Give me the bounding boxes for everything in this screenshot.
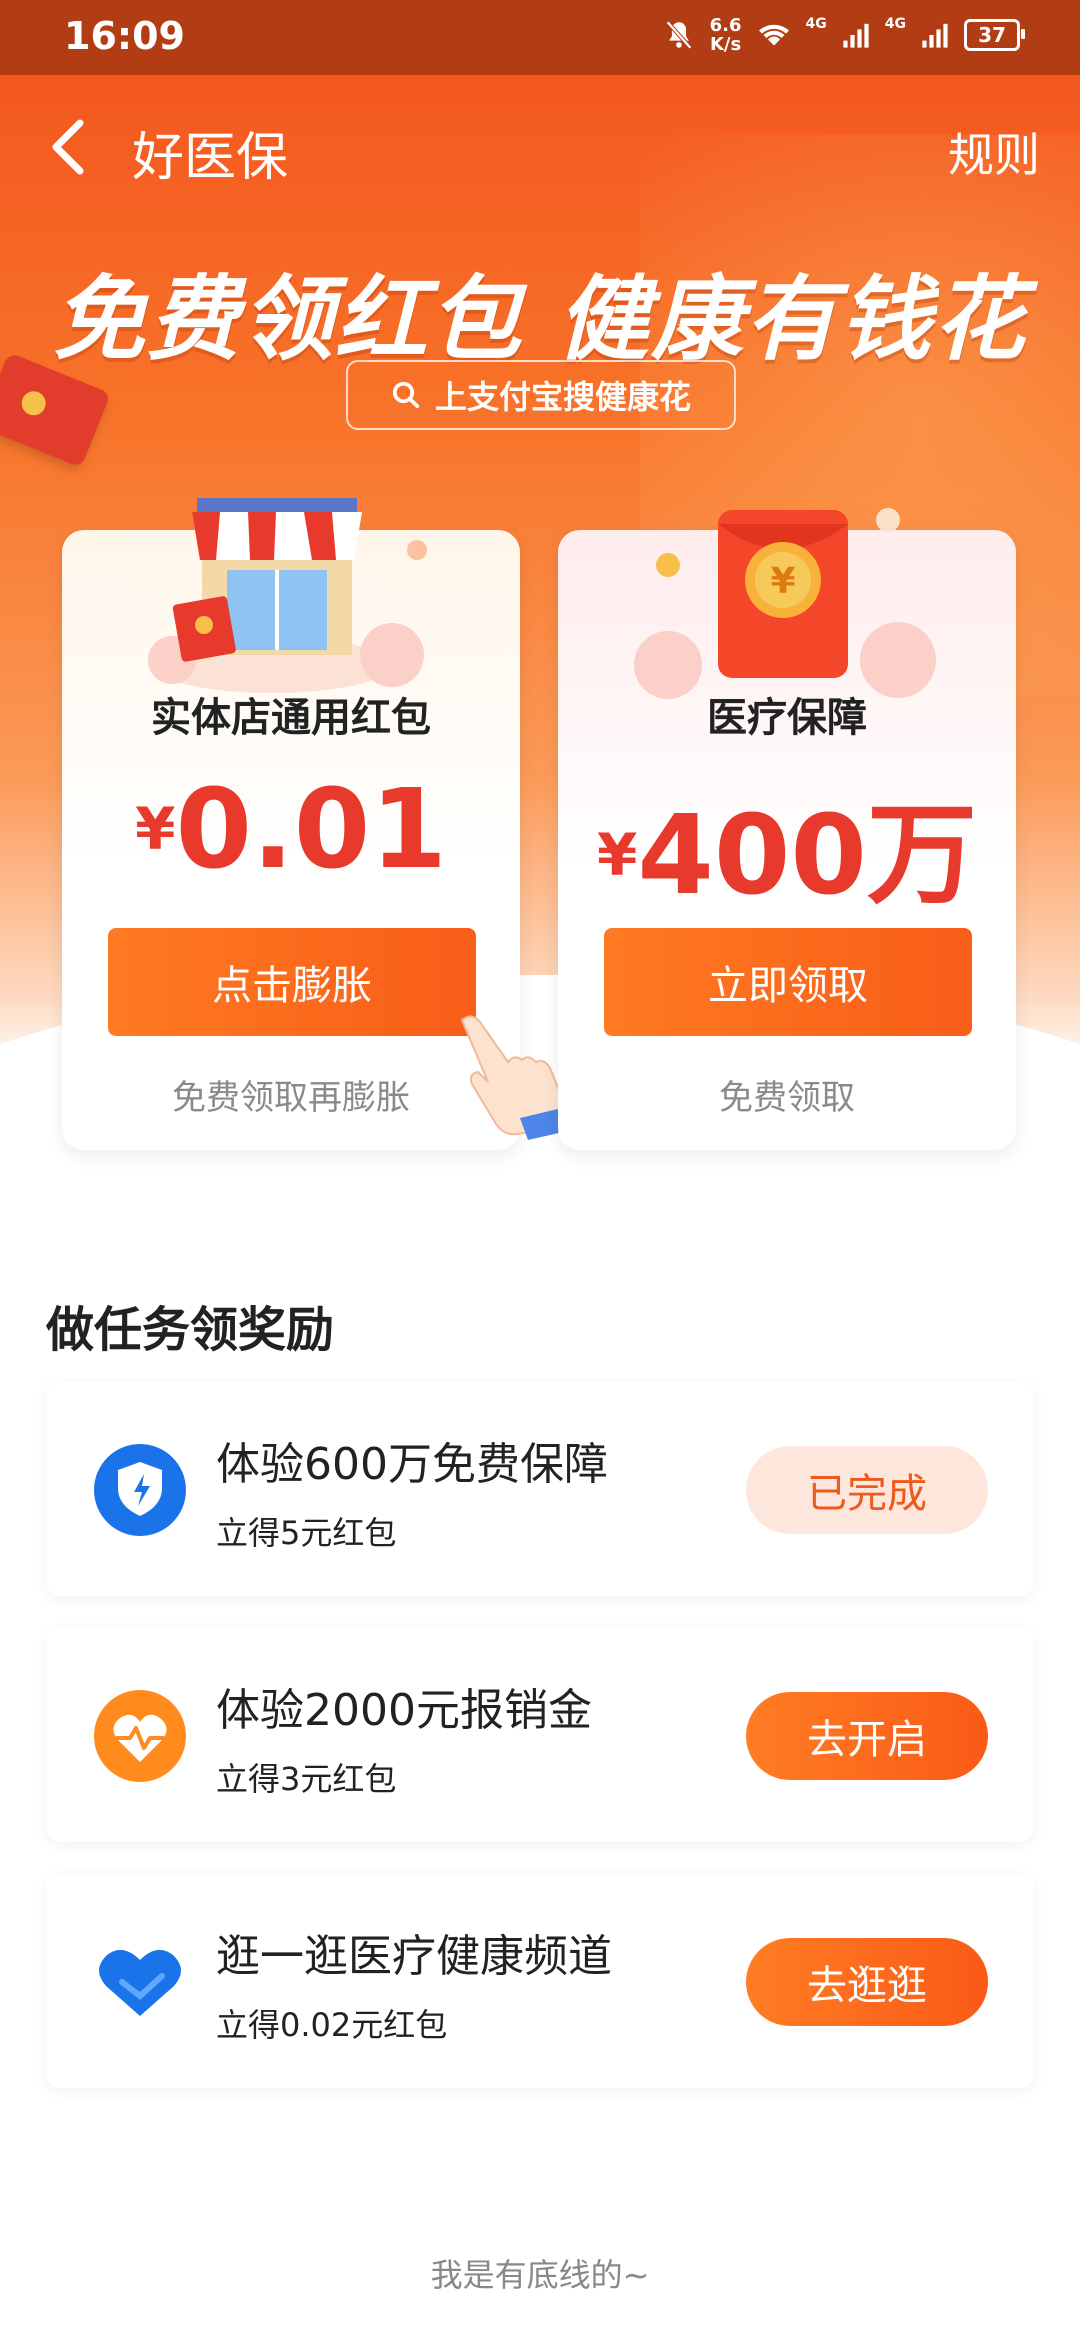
banner-slogan: 免费领红包 健康有钱花 [52, 266, 1028, 373]
task-completed-button[interactable]: 已完成 [746, 1446, 988, 1534]
task-browse-button[interactable]: 去逛逛 [746, 1938, 988, 2026]
store-coupon-card: 实体店通用红包 ¥0.01 点击膨胀 免费领取再膨胀 [62, 498, 572, 1150]
card-amount: ¥400万 [597, 791, 977, 919]
svg-text:¥: ¥ [770, 561, 795, 602]
battery-icon: 37 [964, 19, 1025, 51]
inflate-button[interactable]: 点击膨胀 [108, 928, 476, 1036]
task-title: 体验600万免费保障 [216, 1439, 608, 1490]
rules-link[interactable]: 规则 [948, 119, 1040, 185]
card-subtitle: 免费领取 [719, 1078, 855, 1118]
search-icon [392, 381, 420, 409]
shield-bolt-icon [94, 1444, 186, 1536]
page-title: 好医保 [132, 128, 289, 188]
red-packet-coin-icon: ¥ [634, 508, 936, 699]
task-item: 体验2000元报销金 立得3元红包 去开启 [46, 1628, 1034, 1842]
task-item: 逛一逛医疗健康频道 立得0.02元红包 去逛逛 [46, 1874, 1034, 2088]
nav-bar: 好医保 规则 [0, 75, 1080, 225]
tasks-heading: 做任务领奖励 [46, 1302, 335, 1358]
footer-end-text: 我是有底线的~ [430, 2256, 650, 2294]
heart-pulse-icon [94, 1690, 186, 1782]
search-hint-text: 上支付宝搜健康花 [434, 378, 691, 416]
task-reward: 立得0.02元红包 [216, 2006, 448, 2044]
task-item: 体验600万免费保障 立得5元红包 已完成 [46, 1382, 1034, 1596]
status-bar: 16:09 6.6 K/s 4G 4G 37 [0, 0, 1080, 75]
claim-now-button[interactable]: 立即领取 [604, 928, 972, 1036]
card-title: 医疗保障 [707, 695, 867, 741]
mute-bell-icon [665, 20, 692, 50]
task-title: 体验2000元报销金 [216, 1685, 592, 1736]
task-reward: 立得5元红包 [216, 1514, 397, 1552]
back-arrow-icon[interactable] [48, 117, 88, 177]
task-title: 逛一逛医疗健康频道 [216, 1931, 612, 1982]
wifi-icon [758, 24, 789, 46]
storefront-icon [148, 498, 427, 693]
signal-icon-2 [922, 23, 948, 48]
status-time: 16:09 [64, 14, 185, 58]
search-hint-pill[interactable]: 上支付宝搜健康花 [346, 360, 736, 430]
signal-icon-1 [843, 23, 869, 48]
blue-heart-icon [99, 1949, 181, 2016]
status-icons: 6.6 K/s 4G 4G 37 [662, 15, 1025, 55]
task-reward: 立得3元红包 [216, 1760, 397, 1798]
network-speed: 6.6 K/s [709, 15, 742, 55]
medical-coverage-card: ¥ 医疗保障 ¥400万 立即领取 免费领取 [558, 508, 1016, 1150]
card-amount: ¥0.01 [135, 765, 447, 893]
card-title: 实体店通用红包 [151, 695, 431, 741]
signal-4g-label-1: 4G [805, 16, 827, 32]
signal-4g-label-2: 4G [884, 16, 906, 32]
task-enable-button[interactable]: 去开启 [746, 1692, 988, 1780]
